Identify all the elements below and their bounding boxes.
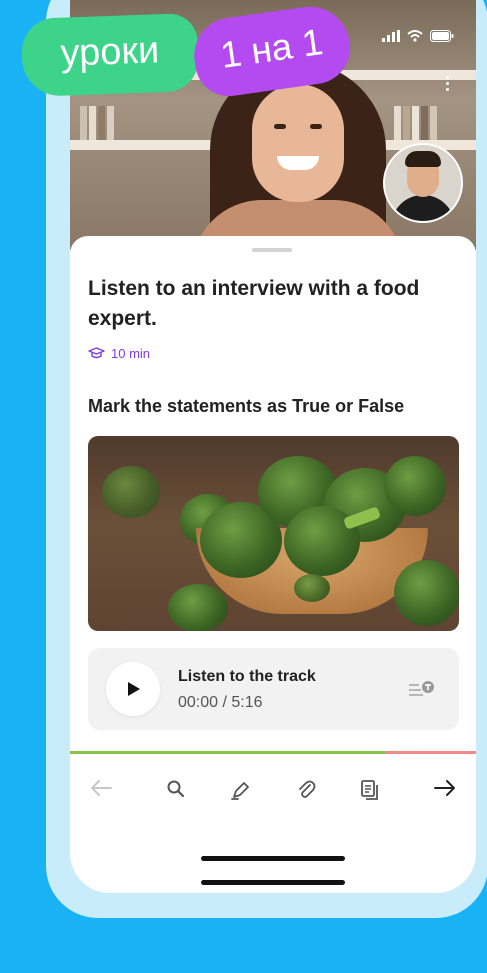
highlighter-icon[interactable] [230, 779, 252, 801]
broccoli-floret [394, 560, 459, 626]
track-time: 00:00 / 5:16 [178, 694, 263, 711]
broccoli-photo [88, 436, 459, 631]
broccoli-floret [294, 574, 330, 602]
home-indicator-shadow [201, 880, 345, 885]
broccoli-floret [102, 466, 160, 518]
play-button[interactable] [106, 662, 160, 716]
task-instruction: Mark the statements as True or False [88, 396, 405, 416]
broccoli-floret [168, 584, 228, 631]
duration-label: 10 min [111, 346, 151, 361]
search-icon[interactable] [166, 779, 186, 799]
books [80, 106, 114, 140]
wifi-icon [407, 30, 423, 42]
lesson-progress [70, 751, 476, 754]
broccoli-floret [384, 456, 446, 516]
tutor-eye [274, 124, 286, 129]
home-indicator[interactable] [201, 856, 345, 861]
status-bar [382, 30, 454, 42]
play-icon [128, 682, 140, 696]
audio-player: Listen to the track 00:00 / 5:16 [88, 648, 459, 730]
back-arrow-icon[interactable] [90, 779, 112, 797]
tutor-eye [310, 124, 322, 129]
track-title: Listen to the track [178, 668, 316, 685]
lesson-duration: 10 min [88, 346, 150, 361]
lesson-sheet: Listen to an interview with a food exper… [70, 236, 476, 893]
attachment-icon[interactable] [296, 779, 316, 801]
lesson-title: Listen to an interview with a food exper… [88, 277, 420, 330]
progress-complete [70, 751, 385, 754]
tutor-face [252, 84, 344, 202]
student-hair [405, 151, 441, 167]
drag-handle[interactable] [252, 248, 292, 252]
more-vertical-icon[interactable] [446, 76, 450, 94]
signal-icon [382, 30, 400, 42]
notes-icon[interactable] [360, 779, 380, 801]
transcript-icon[interactable] [409, 680, 435, 698]
battery-icon [430, 30, 454, 42]
self-view-video[interactable] [383, 143, 463, 223]
books [394, 106, 437, 140]
student-body [391, 195, 455, 221]
phone-screen: Listen to an interview with a food exper… [70, 0, 476, 893]
bottom-toolbar [70, 776, 476, 806]
graduation-cap-icon [88, 347, 105, 359]
progress-remaining [385, 751, 476, 754]
promo-tag-lessons: уроки [20, 12, 200, 98]
forward-arrow-icon[interactable] [434, 779, 456, 797]
